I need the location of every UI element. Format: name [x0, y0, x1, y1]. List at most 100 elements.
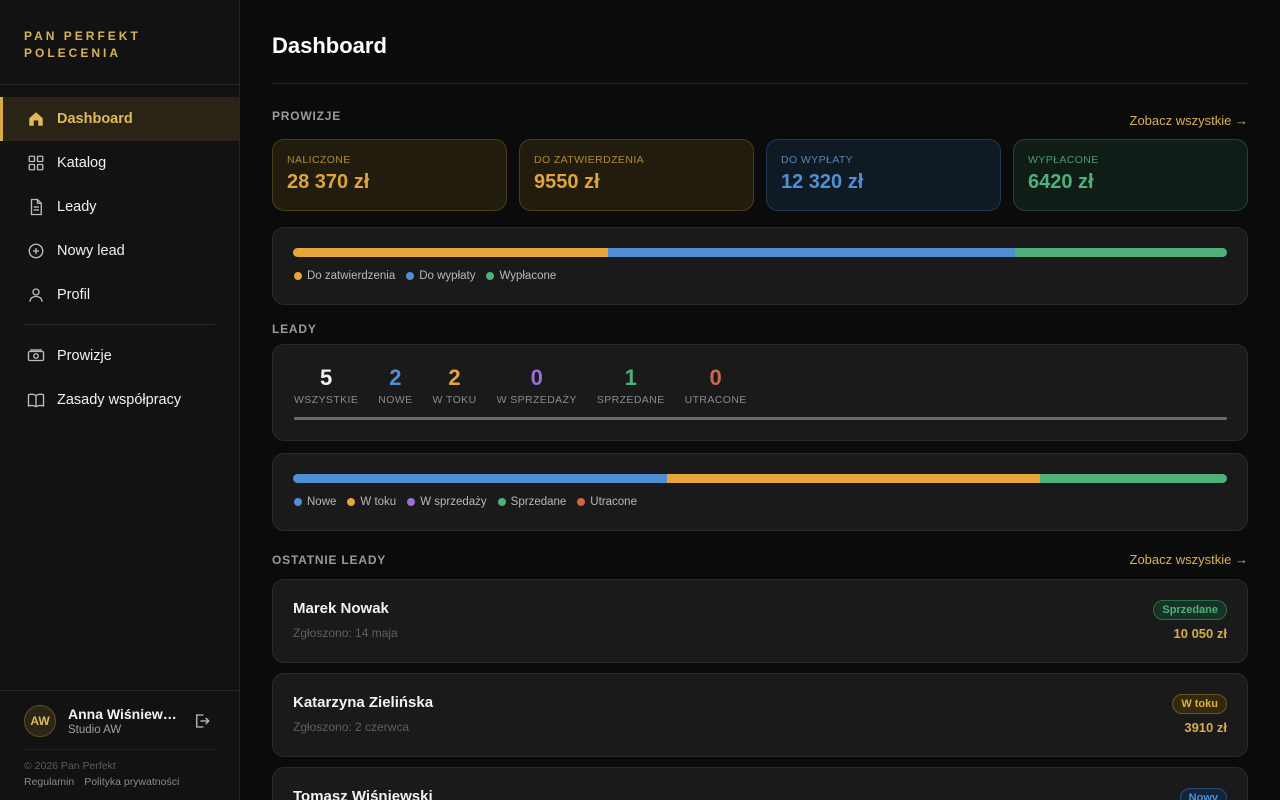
lead-card[interactable]: Marek Nowak Zgłoszono: 14 maja Sprzedane…: [272, 579, 1248, 663]
legend-dot-icon: [294, 498, 302, 506]
legend-dot-icon: [577, 498, 586, 506]
legend-dot-icon: [407, 498, 416, 506]
logout-icon[interactable]: [192, 711, 212, 731]
status-badge: Sprzedane: [1153, 600, 1227, 620]
stat-card-do-zatwierdzenia: DO ZATWIERDZENIA 9550 zł: [519, 139, 754, 211]
book-icon: [26, 390, 46, 410]
lead-card[interactable]: Tomasz Wiśniewski Nowy: [272, 767, 1248, 800]
legend-label: Do wypłaty: [419, 270, 476, 282]
divider: [272, 83, 1248, 84]
stat-value: 28 370 zł: [287, 171, 370, 193]
stat-card-do-wyplaty: DO WYPŁATY 12 320 zł: [766, 139, 1001, 211]
legend-item: W sprzedaży: [407, 496, 487, 508]
section-label-ostatnie-leady: OSTATNIE LEADY: [272, 553, 387, 567]
stat-label: NALICZONE: [287, 154, 351, 166]
grid-icon: [26, 153, 46, 173]
legend-label: Utracone: [590, 496, 637, 508]
section-label-leady: LEADY: [272, 322, 317, 336]
commissions-progress-bar: [293, 248, 1227, 257]
lead-count-value: 5: [320, 365, 333, 390]
lead-name: Katarzyna Zielińska: [293, 694, 434, 711]
see-all-leads-link[interactable]: Zobacz wszystkie →: [1130, 552, 1248, 567]
leads-segment: [666, 474, 1041, 483]
lead-count[interactable]: 0 W SPRZEDAŻY: [497, 365, 577, 406]
stat-value: 9550 zł: [534, 171, 600, 193]
legend-item: W toku: [347, 496, 396, 508]
commissions-segment: [608, 248, 1016, 257]
lead-count-value: 2: [389, 365, 402, 390]
sidebar-item-profil[interactable]: Profil: [0, 273, 239, 317]
commissions-segment: [293, 248, 609, 257]
leads-count-panel: 5 WSZYSTKIE 2 NOWE 2 W TOKU 0 W SPRZEDAŻY 1 SPRZE…: [272, 344, 1248, 441]
lead-amount: 10 050 zł: [1173, 626, 1228, 641]
divider: [24, 749, 215, 750]
terms-link[interactable]: Regulamin: [24, 776, 74, 788]
legend-dot-icon: [294, 272, 302, 280]
sidebar-item-nowy-lead[interactable]: Nowy lead: [0, 229, 239, 273]
legend-label: Sprzedane: [510, 496, 567, 508]
leads-legend: Nowe W toku W sprzedaży Sprzedane Utracone: [294, 496, 637, 508]
lead-date: Zgłoszono: 14 maja: [293, 626, 398, 640]
sidebar-item-katalog[interactable]: Katalog: [0, 141, 239, 185]
legend-item: Do zatwierdzenia: [294, 270, 395, 282]
legend-label: Nowe: [307, 496, 337, 508]
user-org: Studio AW: [68, 724, 122, 736]
sidebar-item-dashboard[interactable]: Dashboard: [0, 97, 239, 141]
lead-card[interactable]: Katarzyna Zielińska Zgłoszono: 2 czerwca…: [272, 673, 1248, 757]
status-badge: W toku: [1172, 694, 1227, 714]
user-icon: [26, 285, 46, 305]
document-icon: [26, 197, 46, 217]
sidebar-item-label: Leady: [57, 199, 97, 215]
leads-total-line: [294, 417, 1227, 420]
plus-circle-icon: [26, 241, 46, 261]
nav-divider: [24, 324, 215, 325]
lead-count[interactable]: 0 UTRACONE: [685, 365, 747, 406]
footer-links: Regulamin Polityka prywatności: [24, 776, 179, 788]
stat-card-naliczone: NALICZONE 28 370 zł: [272, 139, 507, 211]
stat-card-wyplacone: WYPŁACONE 6420 zł: [1013, 139, 1248, 211]
avatar[interactable]: AW: [24, 705, 56, 737]
lead-count-label: UTRACONE: [684, 394, 747, 406]
sidebar-item-label: Zasady współpracy: [57, 392, 182, 408]
legend-dot-icon: [486, 272, 495, 280]
legend-label: Do zatwierdzenia: [307, 270, 396, 282]
status-badge: Nowy: [1179, 788, 1227, 800]
sidebar-item-leady[interactable]: Leady: [0, 185, 239, 229]
see-all-commissions-link[interactable]: Zobacz wszystkie →: [1130, 113, 1248, 128]
lead-count[interactable]: 2 W TOKU: [433, 365, 477, 406]
lead-count-label: NOWE: [378, 394, 413, 406]
commissions-progress-panel: Do zatwierdzenia Do wypłaty Wypłacone: [272, 227, 1248, 305]
stat-label: DO WYPŁATY: [781, 154, 854, 166]
stat-label: WYPŁACONE: [1028, 154, 1099, 166]
lead-count[interactable]: 1 SPRZEDANE: [597, 365, 665, 406]
sidebar-item-label: Prowizje: [57, 348, 112, 364]
sidebar-item-label: Dashboard: [57, 111, 133, 127]
legend-item: Nowe: [294, 496, 336, 508]
lead-count-label: WSZYSTKIE: [294, 394, 359, 406]
privacy-link[interactable]: Polityka prywatności: [84, 776, 179, 788]
legend-label: Wypłacone: [499, 270, 557, 282]
sidebar-item-zasady[interactable]: Zasady współpracy: [0, 378, 239, 422]
section-label-prowizje: PROWIZJE: [272, 109, 342, 123]
legend-item: Sprzedane: [497, 496, 567, 508]
money-icon: [26, 346, 46, 366]
lead-count-value: 2: [448, 365, 461, 390]
leads-progress-panel: Nowe W toku W sprzedaży Sprzedane Utracone: [272, 453, 1248, 531]
legend-dot-icon: [406, 272, 415, 280]
lead-count[interactable]: 2 NOWE: [378, 365, 412, 406]
lead-name: Tomasz Wiśniewski: [293, 788, 433, 800]
user-card: AW Anna Wiśniewska Studio AW: [24, 704, 216, 738]
lead-count-label: W SPRZEDAŻY: [496, 394, 577, 406]
stat-value: 12 320 zł: [781, 171, 864, 193]
copyright: © 2026 Pan Perfekt: [24, 760, 116, 772]
sidebar: PAN PERFEKT POLECENIA Dashboard Katalog …: [0, 0, 240, 800]
lead-count-value: 0: [530, 365, 543, 390]
leads-segment: [293, 474, 667, 483]
legend-dot-icon: [497, 498, 506, 506]
lead-amount: 3910 zł: [1184, 720, 1227, 735]
lead-count-value: 0: [709, 365, 722, 390]
lead-count[interactable]: 5 WSZYSTKIE: [294, 365, 358, 406]
brand-logo[interactable]: PAN PERFEKT POLECENIA: [24, 28, 141, 62]
sidebar-item-prowizje[interactable]: Prowizje: [0, 334, 239, 378]
home-icon: [26, 109, 46, 129]
